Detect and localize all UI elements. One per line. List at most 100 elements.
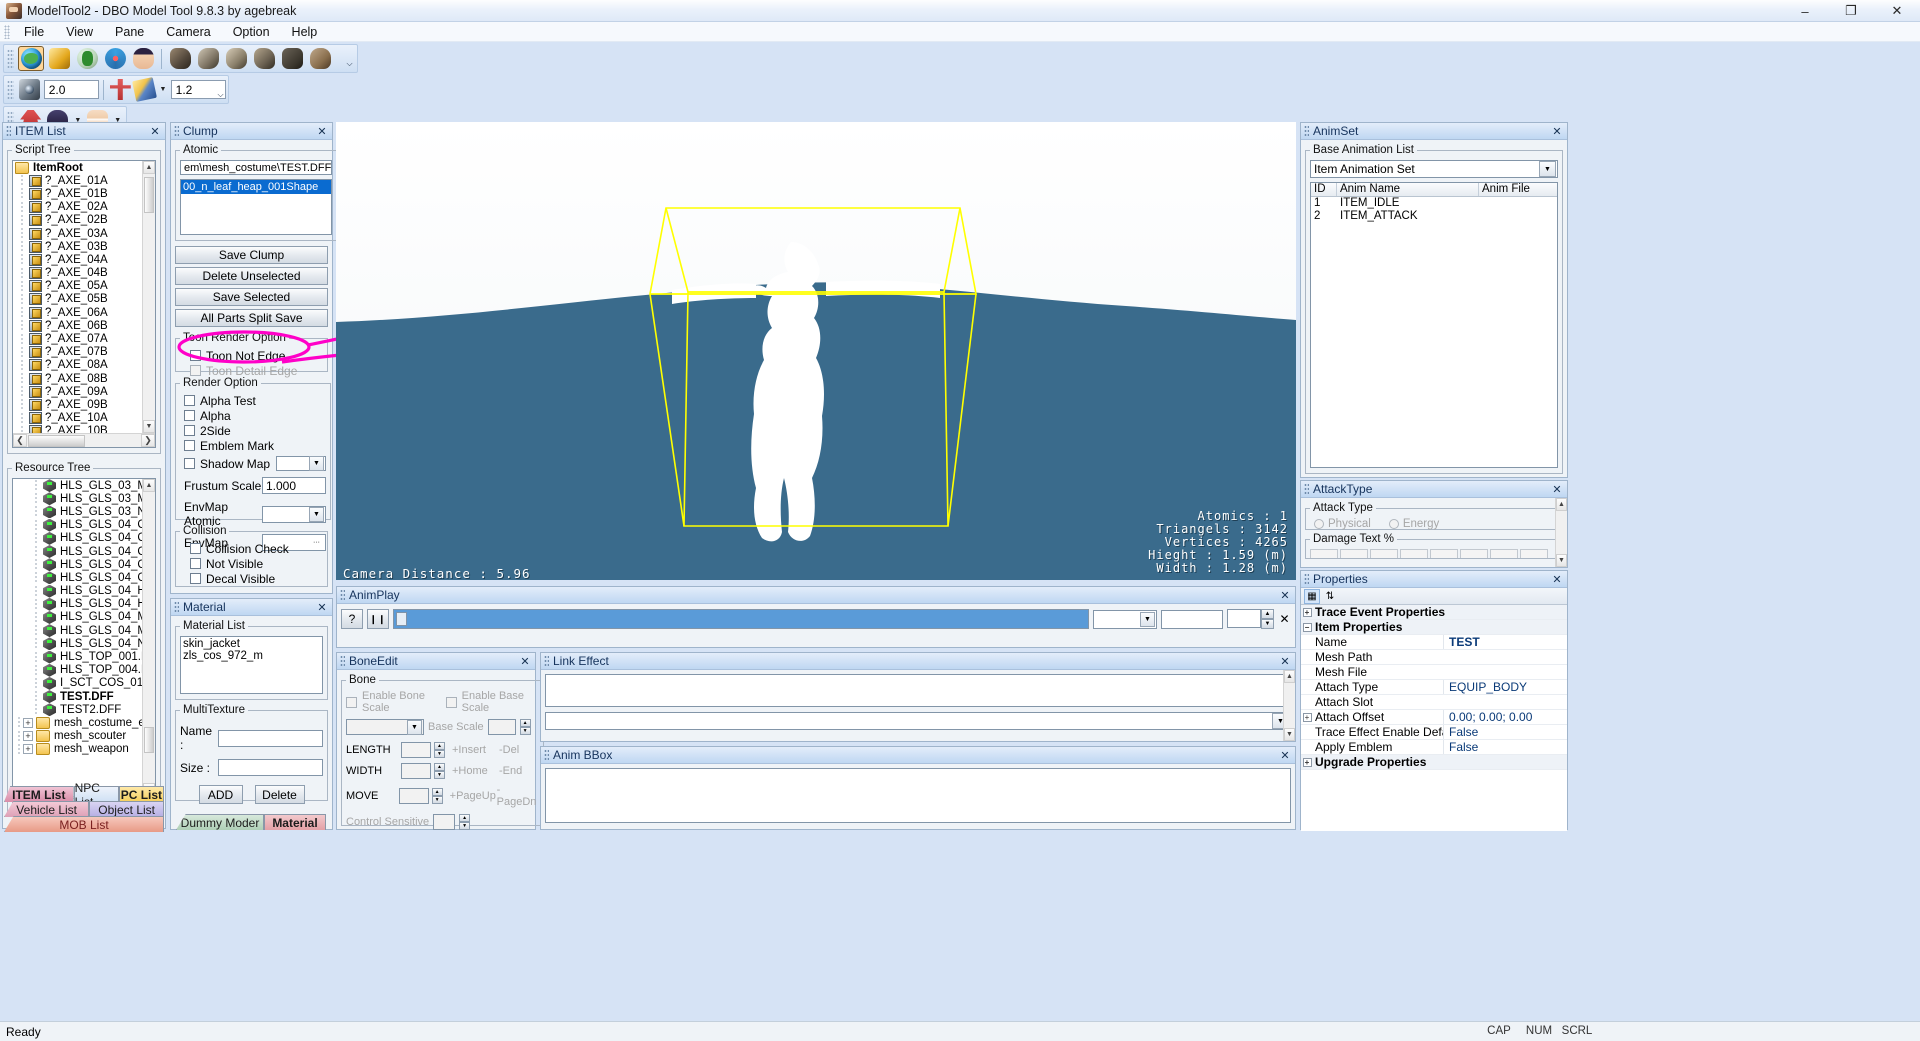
emblem-mark-row[interactable]: Emblem Mark [180, 438, 326, 453]
tree-item[interactable]: ?_AXE_04A [13, 253, 142, 267]
attacktype-caption[interactable]: AttackType ✕ [1301, 481, 1567, 498]
spin-down-icon[interactable]: ▼ [434, 750, 445, 758]
menu-camera[interactable]: Camera [155, 23, 221, 41]
material-add-button[interactable]: ADD [198, 785, 243, 804]
panel-grip-icon[interactable] [174, 125, 179, 137]
tree-item[interactable]: ?_AXE_05A [13, 279, 142, 293]
shadow-map-combo[interactable]: ▼ [276, 456, 326, 471]
spin-down-icon[interactable]: ▼ [459, 822, 471, 830]
close-x-icon[interactable]: ✕ [1278, 612, 1291, 626]
control-sensitive-input[interactable] [433, 814, 456, 830]
scroll-up-icon[interactable]: ▲ [1556, 498, 1567, 511]
col-anim-name[interactable]: Anim Name [1337, 183, 1479, 196]
clump-caption[interactable]: Clump ✕ [171, 123, 332, 140]
material-name-input[interactable] [218, 729, 323, 747]
bone-row-input[interactable] [399, 788, 429, 804]
property-value[interactable]: EQUIP_BODY [1443, 680, 1567, 694]
tree-item[interactable]: ?_AXE_03A [13, 227, 142, 241]
resource-item[interactable]: HLS_GLS_04_H_M.D [13, 597, 142, 611]
damage-text-cell[interactable] [1430, 549, 1458, 558]
resource-tree[interactable]: HLS_GLS_03_M_F.DHLS_GLS_03_M_M.DHLS_GLS_… [12, 478, 156, 811]
delete-unselected-button[interactable]: Delete Unselected [175, 267, 328, 285]
tab-item-list[interactable]: ITEM List [4, 786, 74, 802]
animbbox-caption[interactable]: Anim BBox ✕ [541, 747, 1295, 764]
toolbar-grip-icon[interactable] [7, 49, 14, 68]
tree-item[interactable]: ?_AXE_04B [13, 266, 142, 280]
property-row[interactable]: Attach Type EQUIP_BODY [1301, 680, 1567, 695]
tree-item[interactable]: ?_AXE_06B [13, 319, 142, 333]
anim-spinner[interactable]: ▲ ▼ [1227, 609, 1274, 629]
panel-grip-icon[interactable] [340, 655, 345, 667]
property-row[interactable]: Attach Slot [1301, 695, 1567, 710]
close-icon[interactable]: ✕ [315, 600, 329, 614]
brush-dropdown-icon[interactable]: ▼ [157, 81, 168, 98]
viewport-3d[interactable]: Atomics : 1 Triangels : 3142 Vertices : … [336, 122, 1296, 580]
panel-grip-icon[interactable] [6, 125, 11, 137]
atomic-list[interactable]: 00_n_leaf_heap_001Shape [180, 179, 333, 235]
spin-up-icon[interactable]: ▲ [519, 719, 531, 727]
panel-grip-icon[interactable] [544, 749, 549, 761]
scroll-down-icon[interactable]: ▼ [1284, 728, 1295, 741]
anim-timeline-slider[interactable] [393, 609, 1089, 629]
spin-down-icon[interactable]: ▼ [1261, 619, 1274, 629]
scroll-thumb[interactable] [144, 177, 154, 213]
linkeffect-caption[interactable]: Link Effect ✕ [541, 653, 1295, 670]
tree-item[interactable]: ?_AXE_10B [13, 424, 142, 433]
resource-item[interactable]: HLS_GLS_04_CH_M_ [13, 558, 142, 572]
decal-visible-row[interactable]: Decal Visible [180, 571, 323, 586]
timeline-thumb[interactable] [396, 612, 407, 626]
mob5-icon-button[interactable] [279, 46, 305, 71]
alpha-test-checkbox[interactable] [184, 395, 195, 406]
animplay-caption[interactable]: AnimPlay ✕ [337, 587, 1295, 604]
resource-tree-vscrollbar[interactable]: ▲ ▼ [142, 479, 155, 796]
tree-item[interactable]: ?_AXE_02B [13, 213, 142, 227]
mob6-icon-button[interactable] [307, 46, 333, 71]
tree-item[interactable]: ?_AXE_09A [13, 385, 142, 399]
properties-grid[interactable]: + Trace Event Properties − Item Properties N… [1301, 605, 1567, 831]
tab-object-list[interactable]: Object List [89, 801, 164, 817]
categorize-icon[interactable]: ▦ [1304, 588, 1320, 604]
animbbox-list[interactable] [545, 768, 1291, 823]
tree-item[interactable]: ?_AXE_10A [13, 411, 142, 425]
chevron-down-icon[interactable]: ▼ [309, 506, 324, 522]
row-expander[interactable]: + [1301, 712, 1313, 722]
mob1-icon-button[interactable] [167, 46, 193, 71]
close-icon[interactable]: ✕ [1550, 124, 1564, 138]
bone-row-input[interactable] [401, 742, 431, 758]
resource-item[interactable]: HLS_GLS_04_N_O_S [13, 637, 142, 651]
close-icon[interactable]: ✕ [1278, 748, 1292, 762]
scroll-down-icon[interactable]: ▼ [143, 420, 155, 433]
menu-pane[interactable]: Pane [104, 23, 155, 41]
all-parts-split-save-button[interactable]: All Parts Split Save [175, 309, 328, 327]
clump-path-field[interactable]: em\mesh_costume\TEST.DFF [180, 160, 333, 175]
resource-folder[interactable]: + mesh_scouter [13, 729, 142, 743]
spin-up-icon[interactable]: ▲ [434, 742, 445, 750]
chevron-down-icon[interactable]: ▼ [407, 719, 422, 735]
bone-row-input[interactable] [401, 763, 431, 779]
menu-view[interactable]: View [55, 23, 104, 41]
atom-icon-button[interactable] [102, 46, 128, 71]
tree-item[interactable]: ?_AXE_02A [13, 200, 142, 214]
toolbar-overflow-icon[interactable]: ⌵ [344, 48, 355, 69]
close-button[interactable]: ✕ [1874, 0, 1920, 22]
category-expander[interactable]: − [1301, 622, 1313, 632]
animset-caption[interactable]: AnimSet ✕ [1301, 123, 1567, 140]
tree-item[interactable]: ?_AXE_07B [13, 345, 142, 359]
envmap-atomic-combo[interactable]: ▼ [262, 505, 326, 523]
anim-spin-input[interactable] [1227, 609, 1261, 628]
close-icon[interactable]: ✕ [518, 654, 532, 668]
tree-item[interactable]: ?_AXE_08B [13, 372, 142, 386]
spin-down-icon[interactable]: ▼ [434, 771, 445, 779]
mob4-icon-button[interactable] [251, 46, 277, 71]
damage-text-cell[interactable] [1490, 549, 1518, 558]
spin-down-icon[interactable]: ▼ [431, 796, 443, 804]
close-icon[interactable]: ✕ [1550, 572, 1564, 586]
spin-up-icon[interactable]: ▲ [459, 814, 471, 822]
material-list[interactable]: skin_jacket zls_cos_972_m [180, 636, 323, 694]
tree-item[interactable]: ?_AXE_06A [13, 306, 142, 320]
shadow-map-checkbox[interactable] [184, 458, 195, 469]
panel-grip-icon[interactable] [1304, 483, 1309, 495]
property-row[interactable]: Mesh Path [1301, 650, 1567, 665]
resource-item[interactable]: HLS_GLS_03_M_M.D [13, 492, 142, 506]
menu-help[interactable]: Help [281, 23, 329, 41]
